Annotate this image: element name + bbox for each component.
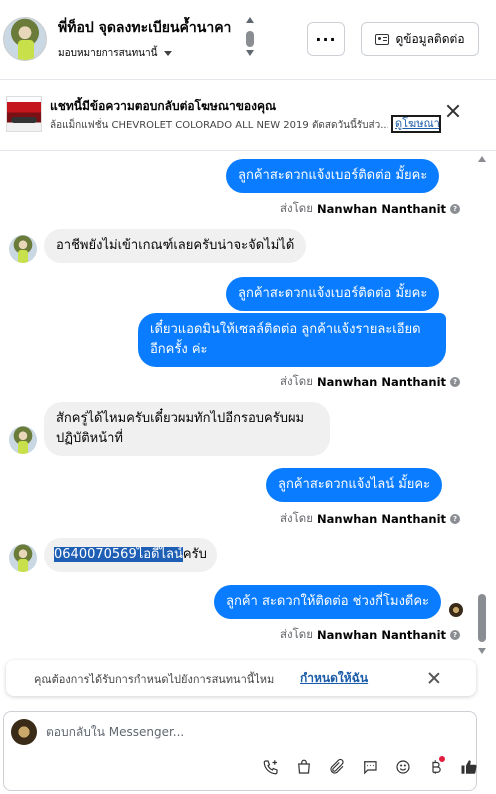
notification-dot bbox=[439, 756, 445, 762]
message-incoming[interactable]: อาชีพยังไม่เข้าเกณฑ์เลยครับน่าจะจัดไม่ได… bbox=[44, 229, 307, 263]
message-incoming[interactable]: 0640070569ไอดีไลน์ครับ bbox=[44, 538, 217, 572]
more-icon: ··· bbox=[315, 29, 337, 49]
ad-banner-subtitle: ล้อแม็กแฟชั่น CHEVROLET COLORADO ALL NEW… bbox=[50, 120, 388, 131]
ad-banner-title: แชทนี้มีข้อความตอบกลับต่อโฆษณาของคุณ bbox=[50, 99, 277, 113]
scroll-thumb[interactable] bbox=[478, 594, 486, 642]
scroll-down-icon[interactable] bbox=[246, 50, 254, 56]
assignment-notice-text: คุณต้องการได้รับการกำหนดไปยังการสนทนานี้… bbox=[34, 673, 275, 686]
thumbs-up-icon bbox=[461, 760, 477, 774]
sent-by-label: ส่งโดย Nanwhan Nanthanit ? bbox=[280, 626, 461, 644]
sent-by-label: ส่งโดย Nanwhan Nanthanit ? bbox=[280, 373, 461, 391]
sent-by-label: ส่งโดย Nanwhan Nanthanit ? bbox=[280, 510, 461, 528]
sender-avatar[interactable] bbox=[9, 544, 37, 572]
info-icon[interactable]: ? bbox=[450, 204, 461, 214]
message-text-line: อีกครั้ง ค่ะ bbox=[150, 342, 208, 357]
smiley-icon bbox=[395, 760, 410, 774]
emoji-button[interactable] bbox=[386, 754, 419, 780]
scroll-thumb[interactable] bbox=[246, 31, 254, 47]
scroll-up-icon[interactable] bbox=[478, 156, 486, 162]
close-ad-banner-button[interactable] bbox=[446, 104, 460, 118]
message-outgoing[interactable]: ลูกค้าสะดวกแจ้งเบอร์ติดต่อ มั้ยคะ bbox=[226, 277, 440, 311]
sent-by-name: Nanwhan Nanthanit bbox=[317, 628, 447, 642]
message-outgoing[interactable]: ลูกค้าสะดวกแจ้งเบอร์ติดต่อ มั้ยคะ bbox=[226, 159, 440, 193]
phone-plus-icon bbox=[263, 760, 278, 775]
composer-toolbar bbox=[254, 754, 485, 780]
message-incoming[interactable]: สักครู่ได้ไหมครับเดี๋ยวผมทักไปอีกรอบครับ… bbox=[44, 402, 330, 456]
saved-replies-button[interactable] bbox=[353, 754, 386, 780]
payment-button[interactable] bbox=[419, 754, 452, 780]
message-outgoing[interactable]: เดี๋ยวแอดมินให้เซลล์ติดต่อ ลูกค้าแจ้งราย… bbox=[138, 313, 446, 367]
attach-button[interactable] bbox=[320, 754, 353, 780]
message-text-line: เดี๋ยวแอดมินให้เซลล์ติดต่อ ลูกค้าแจ้งราย… bbox=[150, 322, 421, 337]
id-card-icon bbox=[375, 33, 390, 45]
message-thread[interactable]: ลูกค้าสะดวกแจ้งเบอร์ติดต่อ มั้ยคะ ส่งโดย… bbox=[0, 152, 496, 654]
sent-by-prefix: ส่งโดย bbox=[280, 511, 314, 525]
assign-to-me-link[interactable]: กำหนดให้ฉัน bbox=[300, 669, 368, 688]
shop-button[interactable] bbox=[287, 754, 320, 780]
sent-by-name: Nanwhan Nanthanit bbox=[317, 512, 447, 526]
message-text: ลูกค้า สะดวกให้ติดต่อ ช่วงกี่โมงดีคะ bbox=[226, 594, 430, 609]
message-text: ลูกค้าสะดวกแจ้งเบอร์ติดต่อ มั้ยคะ bbox=[238, 286, 428, 301]
scroll-down-icon[interactable] bbox=[478, 648, 486, 654]
page-avatar bbox=[11, 719, 37, 745]
conversation-header: พี่ท็อป จุดลงทะเบียนค้ำนาคา มอบหมายการสน… bbox=[0, 0, 496, 80]
view-ad-link[interactable]: ดูโฆษณา bbox=[391, 115, 441, 133]
info-icon[interactable]: ? bbox=[450, 514, 461, 524]
ad-thumbnail bbox=[6, 96, 42, 132]
messenger-conversation-panel: พี่ท็อป จุดลงทะเบียนค้ำนาคา มอบหมายการสน… bbox=[0, 0, 496, 794]
thread-scrollbar[interactable] bbox=[476, 152, 488, 656]
seen-indicator-avatar bbox=[449, 603, 463, 617]
view-contact-info-button[interactable]: ดูข้อมูลติดต่อ bbox=[361, 22, 479, 56]
sender-avatar[interactable] bbox=[9, 235, 37, 263]
ad-reply-banner: แชทนี้มีข้อความตอบกลับต่อโฆษณาของคุณ ล้อ… bbox=[0, 81, 496, 151]
sent-by-prefix: ส่งโดย bbox=[280, 374, 314, 388]
assign-label: มอบหมายการสนทนานี้ bbox=[58, 48, 158, 59]
sent-by-name: Nanwhan Nanthanit bbox=[317, 375, 447, 389]
message-text: ลูกค้าสะดวกแจ้งเบอร์ติดต่อ มั้ยคะ bbox=[238, 168, 428, 183]
assign-conversation-dropdown[interactable]: มอบหมายการสนทนานี้ bbox=[58, 46, 173, 61]
contact-name[interactable]: พี่ท็อป จุดลงทะเบียนค้ำนาคา bbox=[58, 17, 231, 39]
message-text: ครับ bbox=[182, 547, 207, 562]
sent-by-prefix: ส่งโดย bbox=[280, 201, 314, 215]
message-outgoing[interactable]: ลูกค้า สะดวกให้ติดต่อ ช่วงกี่โมงดีคะ bbox=[214, 585, 442, 619]
message-text: อาชีพยังไม่เข้าเกณฑ์เลยครับน่าจะจัดไม่ได… bbox=[56, 238, 295, 253]
selected-text[interactable]: 0640070569ไอดีไลน์ bbox=[54, 547, 183, 562]
message-outgoing[interactable]: ลูกค้าสะดวกแจ้งไลน์ มั้ยคะ bbox=[266, 468, 443, 502]
view-contact-info-label: ดูข้อมูลติดต่อ bbox=[395, 31, 465, 46]
sent-by-name: Nanwhan Nanthanit bbox=[317, 202, 447, 216]
message-composer bbox=[3, 711, 477, 791]
like-button[interactable] bbox=[452, 754, 485, 780]
close-notice-button[interactable] bbox=[428, 672, 440, 684]
message-text-line: ปฏิบัติหน้าที่ bbox=[56, 431, 123, 446]
assignment-notice: คุณต้องการได้รับการกำหนดไปยังการสนทนานี้… bbox=[6, 660, 476, 696]
reply-input[interactable] bbox=[46, 720, 406, 744]
message-text: ลูกค้าสะดวกแจ้งไลน์ มั้ยคะ bbox=[278, 477, 431, 492]
contact-avatar[interactable] bbox=[3, 17, 47, 61]
call-button[interactable] bbox=[254, 754, 287, 780]
close-icon bbox=[446, 104, 460, 118]
message-text-line: สักครู่ได้ไหมครับเดี๋ยวผมทักไปอีกรอบครับ… bbox=[56, 411, 305, 426]
shopping-bag-icon bbox=[297, 759, 310, 774]
sender-avatar[interactable] bbox=[9, 426, 37, 454]
sent-by-label: ส่งโดย Nanwhan Nanthanit ? bbox=[280, 200, 461, 218]
more-options-button[interactable]: ··· bbox=[307, 22, 345, 56]
sent-by-prefix: ส่งโดย bbox=[280, 627, 314, 641]
header-scrollbar[interactable] bbox=[245, 17, 255, 57]
paperclip-icon bbox=[329, 758, 344, 774]
scroll-up-icon[interactable] bbox=[246, 17, 254, 23]
close-icon bbox=[428, 672, 440, 684]
chat-bubble-icon bbox=[363, 761, 377, 775]
chevron-down-icon bbox=[164, 51, 173, 56]
info-icon[interactable]: ? bbox=[450, 377, 461, 387]
info-icon[interactable]: ? bbox=[450, 630, 461, 640]
